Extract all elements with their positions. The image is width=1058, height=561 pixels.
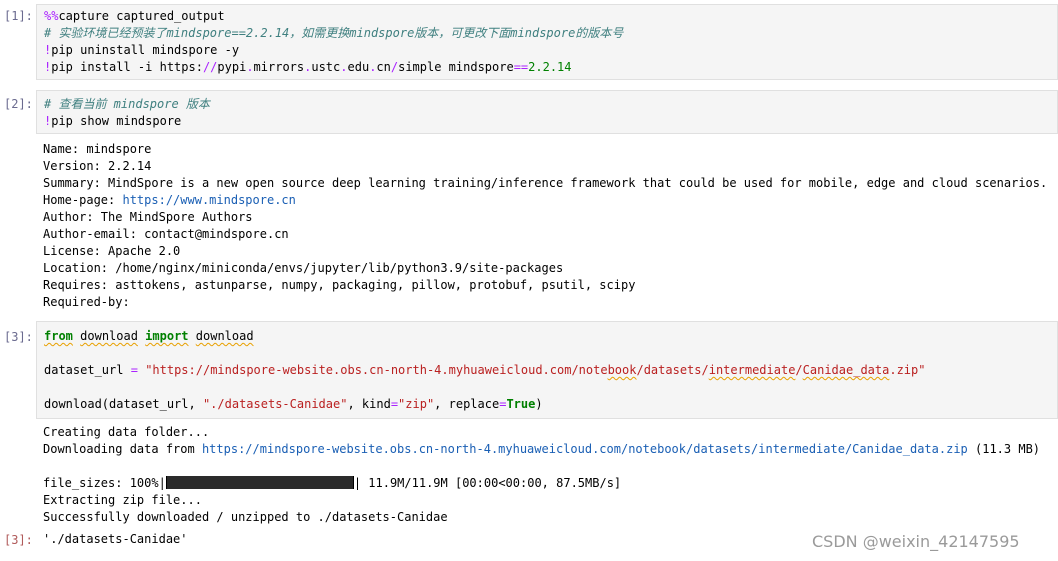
code-line: %%capture captured_output xyxy=(44,8,225,25)
code-text: pypi xyxy=(217,60,247,74)
code-line: !pip show mindspore xyxy=(44,113,181,130)
code-keyword: from xyxy=(44,329,73,343)
code-text: pip uninstall mindspore -y xyxy=(51,43,240,57)
code-text: capture captured_output xyxy=(58,9,225,23)
code-var: dataset_url xyxy=(44,363,124,377)
cell-3-result-prompt: [3]: xyxy=(4,533,33,547)
code-keyword: import xyxy=(145,329,189,343)
watermark: CSDN @weixin_42147595 xyxy=(812,532,1020,551)
magic-prefix: %% xyxy=(44,9,59,23)
output-text: | 11.9M/11.9M [00:00<00:00, 87.5MB/s] xyxy=(353,476,622,490)
code-op: = xyxy=(390,397,399,411)
code-string: /datasets/ xyxy=(636,363,709,377)
code-text: pip show mindspore xyxy=(51,114,182,128)
code-text: simple mindspore xyxy=(398,60,514,74)
cell-2[interactable]: [2]: # 查看当前 mindspore 版本 !pip show minds… xyxy=(0,90,1058,312)
code-module: download xyxy=(80,329,138,343)
output-line: Creating data folder... xyxy=(43,425,210,439)
code-text: mirrors xyxy=(253,60,305,74)
code-text: download(dataset_url, xyxy=(44,397,203,411)
code-string: / xyxy=(795,363,803,377)
code-line: !pip install -i https://pypi.mirrors.ust… xyxy=(44,59,572,76)
output-line: file_sizes: 100%| | 11.9M/11.9M [00:00<00… xyxy=(43,475,621,492)
code-string: "zip" xyxy=(398,397,435,411)
output-text: Downloading data from xyxy=(43,442,202,456)
code-string: book xyxy=(607,363,637,377)
code-text: , replace xyxy=(434,397,500,411)
code-text: edu xyxy=(347,60,370,74)
output-line: Location: /home/nginx/miniconda/envs/jup… xyxy=(43,261,564,275)
output-line: Author-email: contact@mindspore.cn xyxy=(43,227,289,241)
output-line: Author: The MindSpore Authors xyxy=(43,210,253,224)
code-string: "./datasets-Canidae" xyxy=(202,397,348,411)
download-link[interactable]: https://mindspore-website.obs.cn-north-4… xyxy=(202,442,968,456)
output-line: License: Apache 2.0 xyxy=(43,244,181,258)
code-string: "https://mindspore-website.obs.cn-north-… xyxy=(145,363,608,377)
progress-bar xyxy=(165,476,354,489)
code-comment: # 查看当前 mindspore 版本 xyxy=(44,97,210,111)
code-string: intermediate xyxy=(708,363,796,377)
code-line: !pip uninstall mindspore -y xyxy=(44,42,239,59)
cell-2-input[interactable]: # 查看当前 mindspore 版本 !pip show mindspore xyxy=(36,90,1058,134)
output-line: Version: 2.2.14 xyxy=(43,159,152,173)
output-line: Summary: MindSpore is a new open source … xyxy=(43,176,1048,190)
code-text: , kind xyxy=(347,397,391,411)
code-text: pip install -i https: xyxy=(51,60,203,74)
code-op: == xyxy=(513,60,529,74)
code-text: cn xyxy=(376,60,391,74)
output-line: Required-by: xyxy=(43,295,130,309)
cell-1-prompt: [1]: xyxy=(4,9,33,23)
code-op: . xyxy=(340,60,348,74)
output-line: Name: mindspore xyxy=(43,142,152,156)
code-keyword: True xyxy=(506,397,536,411)
homepage-link[interactable]: https://www.mindspore.cn xyxy=(122,193,295,207)
code-op: . xyxy=(246,60,254,74)
cell-1-input[interactable]: %%capture captured_output # 实验环境已经预装了min… xyxy=(36,4,1058,80)
code-line: dataset_url = "https://mindspore-website… xyxy=(44,362,925,379)
code-op: = xyxy=(130,363,138,377)
output-line: Requires: asttokens, astunparse, numpy, … xyxy=(43,278,636,292)
code-number: 2.2.14 xyxy=(528,60,572,74)
output-line: Downloading data from https://mindspore-… xyxy=(43,441,1040,458)
code-line: download(dataset_url, "./datasets-Canida… xyxy=(44,396,543,413)
code-string: .zip" xyxy=(889,363,926,377)
code-line: from download import download xyxy=(44,328,254,345)
cell-3-prompt: [3]: xyxy=(4,330,33,344)
code-comment: # 实验环境已经预装了mindspore==2.2.14，如需更换mindspo… xyxy=(44,26,624,40)
code-text: ustc xyxy=(311,60,341,74)
code-text: ) xyxy=(535,397,543,411)
output-text: (11.3 MB) xyxy=(967,442,1041,456)
output-line: Extracting zip file... xyxy=(43,493,202,507)
cell-1[interactable]: [1]: %%capture captured_output # 实验环境已经预… xyxy=(0,4,1058,80)
cell-3-input[interactable]: from download import download dataset_ur… xyxy=(36,321,1058,419)
output-text: Home-page: xyxy=(43,193,123,207)
result-value: './datasets-Canidae' xyxy=(43,532,188,546)
code-string: Canidae_data xyxy=(802,363,890,377)
output-text: file_sizes: 100%| xyxy=(43,476,166,490)
output-line: Home-page: https://www.mindspore.cn xyxy=(43,192,296,209)
cell-2-prompt: [2]: xyxy=(4,97,33,111)
cell-3[interactable]: [3]: from download import download datas… xyxy=(0,321,1058,553)
output-line: Successfully downloaded / unzipped to ./… xyxy=(43,510,448,524)
code-op: // xyxy=(202,60,218,74)
code-name: download xyxy=(195,329,254,343)
